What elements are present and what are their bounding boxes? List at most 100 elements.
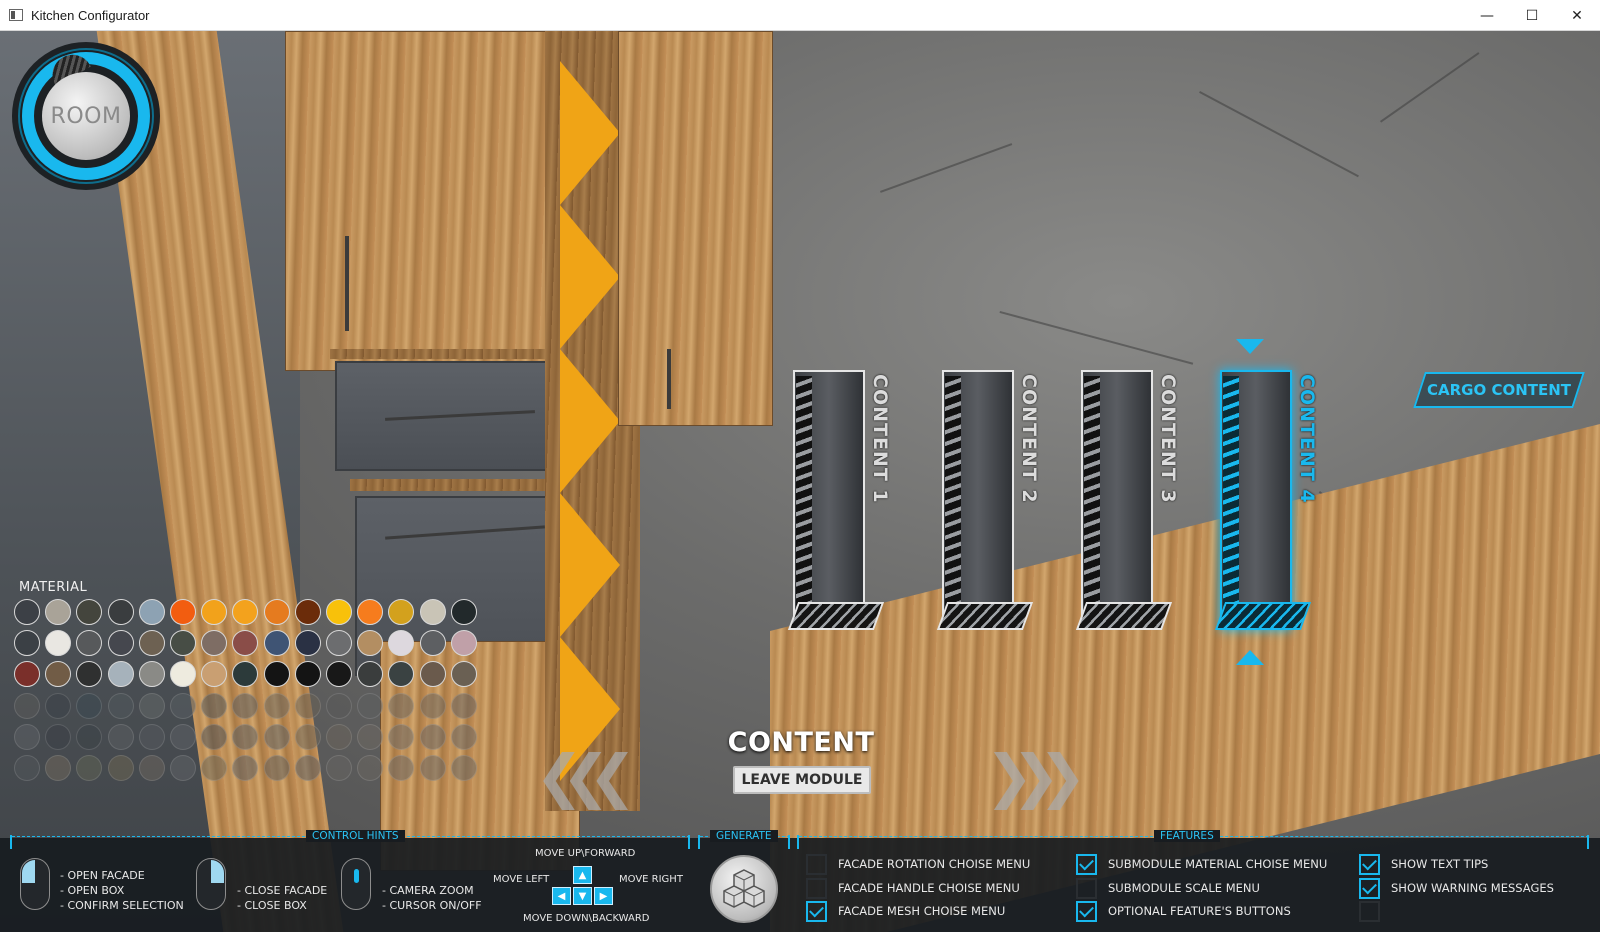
material-swatch[interactable] xyxy=(450,661,477,688)
3d-viewport[interactable]: ROOM MATERIAL CONTENT 1 CONTENT 2 CONTENT … xyxy=(0,31,1600,932)
material-swatch[interactable] xyxy=(107,755,134,781)
content-module-3[interactable]: CONTENT 3 xyxy=(1075,370,1185,638)
material-swatch[interactable] xyxy=(201,599,228,625)
material-swatch[interactable] xyxy=(14,692,40,719)
material-swatch[interactable] xyxy=(326,661,352,688)
tall-cabinet-door[interactable] xyxy=(618,31,773,426)
material-swatch[interactable] xyxy=(450,630,477,657)
material-swatch[interactable] xyxy=(45,692,72,719)
feature-label: SUBMODULE SCALE MENU xyxy=(1108,881,1260,895)
material-swatch[interactable] xyxy=(388,692,415,719)
material-swatch[interactable] xyxy=(138,755,165,781)
material-swatch[interactable] xyxy=(138,661,165,688)
feature-checkbox[interactable] xyxy=(806,854,827,875)
material-swatch[interactable] xyxy=(294,630,321,657)
material-swatch[interactable] xyxy=(263,661,290,688)
app-window: Kitchen Configurator — ☐ ✕ ROOM MATERIAL… xyxy=(0,0,1600,932)
feature-checkbox[interactable] xyxy=(1076,878,1097,899)
material-swatch[interactable] xyxy=(263,630,290,657)
material-swatch[interactable] xyxy=(170,599,196,625)
feature-checkbox[interactable] xyxy=(806,878,827,899)
material-swatch[interactable] xyxy=(170,755,196,781)
material-swatch[interactable] xyxy=(14,630,40,657)
material-swatch[interactable] xyxy=(419,599,446,625)
material-swatch[interactable] xyxy=(294,755,321,781)
material-swatch[interactable] xyxy=(14,723,40,750)
generate-button[interactable] xyxy=(710,855,778,923)
material-swatch[interactable] xyxy=(14,599,40,625)
material-swatch[interactable] xyxy=(45,755,72,781)
material-swatch[interactable] xyxy=(263,692,290,719)
material-swatch[interactable] xyxy=(201,755,228,781)
material-swatch[interactable] xyxy=(170,723,196,750)
material-swatch[interactable] xyxy=(450,755,477,781)
material-swatch[interactable] xyxy=(357,599,384,625)
material-swatch[interactable] xyxy=(107,599,134,625)
material-swatch[interactable] xyxy=(263,599,290,625)
material-swatch[interactable] xyxy=(107,661,134,688)
material-swatch[interactable] xyxy=(326,599,352,625)
module-base xyxy=(787,602,885,630)
material-swatch[interactable] xyxy=(263,755,290,781)
material-swatch[interactable] xyxy=(45,723,72,750)
material-swatch[interactable] xyxy=(419,755,446,781)
material-swatch[interactable] xyxy=(138,599,165,625)
material-swatch[interactable] xyxy=(170,692,196,719)
material-swatch[interactable] xyxy=(201,692,228,719)
minimize-button[interactable]: — xyxy=(1464,0,1510,31)
material-swatch[interactable] xyxy=(294,661,321,688)
material-swatch[interactable] xyxy=(232,723,259,750)
material-swatch[interactable] xyxy=(107,692,134,719)
upper-cabinet-door[interactable] xyxy=(285,31,560,371)
material-swatch[interactable] xyxy=(326,630,352,657)
close-button[interactable]: ✕ xyxy=(1554,0,1600,31)
prev-arrow-icon[interactable]: ❮❮❮ xyxy=(535,747,637,805)
material-swatch[interactable] xyxy=(294,692,321,719)
material-swatch[interactable] xyxy=(170,630,196,657)
material-swatch[interactable] xyxy=(201,723,228,750)
material-swatch[interactable] xyxy=(232,692,259,719)
material-swatch[interactable] xyxy=(419,723,446,750)
material-swatch[interactable] xyxy=(357,755,384,781)
material-swatch[interactable] xyxy=(138,630,165,657)
mouse-right-click-icon xyxy=(196,858,226,910)
content-module-1[interactable]: CONTENT 1 xyxy=(787,370,897,638)
material-swatch[interactable] xyxy=(357,723,384,750)
material-swatch[interactable] xyxy=(419,692,446,719)
material-swatch[interactable] xyxy=(450,599,477,625)
material-swatch[interactable] xyxy=(107,630,134,657)
feature-checkbox[interactable] xyxy=(1359,901,1380,922)
material-swatch[interactable] xyxy=(450,692,477,719)
feature-checkbox[interactable] xyxy=(1359,854,1380,875)
content-module-2[interactable]: CONTENT 2 xyxy=(936,370,1046,638)
room-dial[interactable]: ROOM xyxy=(12,42,160,190)
cargo-content-button[interactable]: CARGO CONTENT xyxy=(1413,372,1585,408)
material-swatch[interactable] xyxy=(450,723,477,750)
material-swatch[interactable] xyxy=(138,692,165,719)
material-swatch[interactable] xyxy=(294,599,321,625)
room-button[interactable]: ROOM xyxy=(42,72,130,160)
material-swatch[interactable] xyxy=(419,630,446,657)
feature-checkbox[interactable] xyxy=(1359,878,1380,899)
next-arrow-icon[interactable]: ❯❯❯ xyxy=(985,747,1087,805)
material-swatch[interactable] xyxy=(76,723,103,750)
leave-module-button[interactable]: LEAVE MODULE xyxy=(733,766,871,794)
material-swatch[interactable] xyxy=(294,723,321,750)
feature-checkbox[interactable] xyxy=(1076,901,1097,922)
material-swatch[interactable] xyxy=(326,723,352,750)
material-swatch[interactable] xyxy=(107,723,134,750)
material-swatch[interactable] xyxy=(326,755,352,781)
material-swatch[interactable] xyxy=(326,692,352,719)
feature-checkbox[interactable] xyxy=(806,901,827,922)
material-swatch[interactable] xyxy=(263,723,290,750)
feature-checkbox[interactable] xyxy=(1076,854,1097,875)
material-swatch[interactable] xyxy=(138,723,165,750)
content-module-4[interactable]: CONTENT 4 xyxy=(1214,370,1324,638)
material-swatch[interactable] xyxy=(14,755,40,781)
material-swatch[interactable] xyxy=(419,661,446,688)
material-swatch[interactable] xyxy=(45,599,72,625)
material-swatch[interactable] xyxy=(76,692,103,719)
material-swatch[interactable] xyxy=(388,723,415,750)
material-swatch[interactable] xyxy=(357,692,384,719)
maximize-button[interactable]: ☐ xyxy=(1509,0,1555,31)
